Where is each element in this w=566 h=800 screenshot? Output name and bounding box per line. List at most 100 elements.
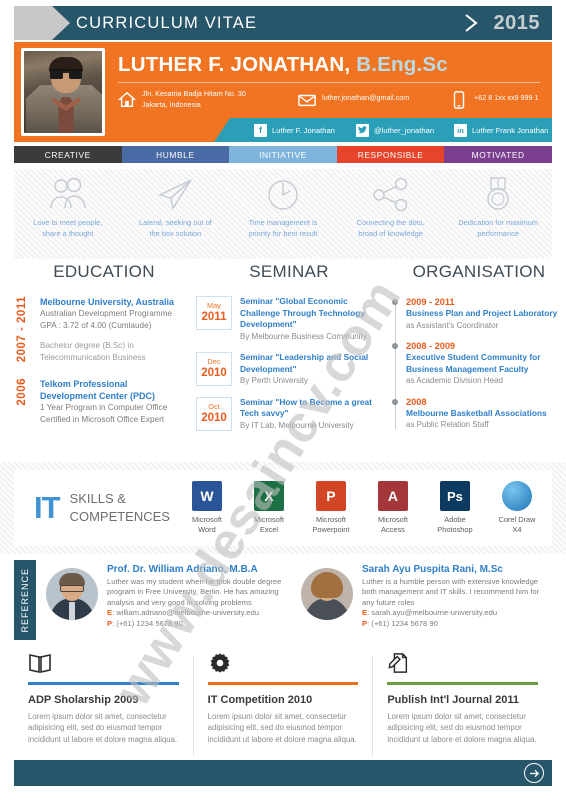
education-years: 2007 - 2011 [16, 296, 28, 363]
contact-address: Jln. Kesatria Badja Hitam No. 30 Jakarta… [118, 89, 246, 110]
sunglasses-icon [50, 69, 82, 79]
education-item: 2007 - 2011 Melbourne University, Austra… [14, 296, 194, 366]
contact-phone[interactable]: +62 8 1xx xx9 999 1 [450, 89, 539, 109]
seminar-item: Oct 2010 Seminar "How to Become a great … [196, 396, 382, 432]
seminar-date: Oct 2010 [196, 396, 232, 431]
seminar-item: Dec 2010 Seminar "Leadership and Social … [196, 352, 382, 387]
email-value: : william.adriano@melbourne-university.e… [112, 608, 259, 618]
reference-phone[interactable]: P: (+61) 1234 5678 90 [362, 619, 544, 629]
achievement-text: Lorem ipsum dolor sit amet, consectetur … [207, 712, 357, 744]
ms-access-icon: A [377, 481, 408, 511]
address-text: Jln. Kesatria Badja Hitam No. 30 Jakarta… [142, 89, 246, 109]
mail-icon [298, 94, 316, 107]
value-item-lateral: Lateral, seeking out of the box solution [122, 177, 230, 259]
seminar-by: By Perth University [240, 376, 309, 385]
education-sub: 1 Year Program in Computer Office Certif… [40, 403, 168, 424]
app-item-access: A Microsoft Access [362, 481, 424, 535]
education-sub: Australian Development Programme GPA : 3… [40, 309, 172, 330]
seminar-heading: SEMINAR [249, 262, 329, 281]
facebook-label: Luther F. Jonathan [272, 125, 335, 135]
achievement-title: IT Competition 2010 [207, 694, 313, 706]
main-columns: EDUCATION 2007 - 2011 Melbourne Universi… [0, 262, 566, 460]
reference-item: Sarah Ayu Puspita Rani, M.Sc Luther is a… [295, 562, 550, 638]
reference-name: Sarah Ayu Puspita Rani, M.Sc [362, 564, 503, 575]
trait-humble: HUMBLE [121, 146, 230, 163]
section-organisation: ORGANISATION 2009 - 2011 Business Plan a… [392, 262, 566, 440]
seminar-by: By IT Lab, Melbourne University [240, 420, 354, 430]
value-text: Lateral, seeking out of the box solution [139, 218, 212, 238]
organisation-year: 2008 - 2009 [406, 341, 456, 351]
achievement-title: Publish Int'l Journal 2011 [387, 694, 519, 706]
organisation-title: Executive Student Community for Business… [406, 352, 541, 374]
achievement-title: ADP Sholarship 2009 [28, 694, 139, 706]
app-label: Microsoft Powerpoint [312, 515, 350, 534]
gear-icon [208, 652, 359, 678]
seminar-month: Oct [208, 401, 220, 411]
achievement-rule [207, 682, 359, 685]
organisation-title: Business Plan and Project Laboratory [406, 308, 558, 318]
value-text: Dedication for maximum performance [458, 218, 539, 238]
achievement-item-scholarship: ADP Sholarship 2009 Lorem ipsum dolor si… [14, 652, 193, 760]
it-skills-card: IT SKILLS & COMPETENCES W Microsoft Word… [14, 470, 552, 546]
adobe-photoshop-icon: Ps [439, 481, 470, 511]
achievement-text: Lorem ipsum dolor sit amet, consectetur … [387, 712, 537, 744]
organisation-role: as Public Relation Staff [406, 420, 489, 429]
twitter-icon [356, 123, 369, 137]
app-item-word: W Microsoft Word [176, 481, 238, 535]
twitter-label: @luther_jonathan [374, 125, 435, 135]
seminar-title: Seminar "How to Become a great Tech savv… [240, 396, 372, 419]
header-banner: LUTHER F. JONATHAN, B.Eng.Sc Jln. Kesatr… [14, 42, 552, 142]
document-pen-icon [387, 652, 538, 678]
achievement-item-journal: Publish Int'l Journal 2011 Lorem ipsum d… [373, 652, 552, 760]
person-degree: B.Eng.Sc [356, 53, 448, 76]
social-linkedin[interactable]: in Luther Frank Jonathan [454, 123, 548, 137]
value-item-people: Love to meet people, share a thought [14, 177, 122, 259]
achievement-text: Lorem ipsum dolor sit amet, consectetur … [28, 712, 178, 744]
seminar-title: Seminar "Global Economic Challenge Throu… [240, 296, 366, 329]
contact-email[interactable]: luther.jonathan@gmail.com [298, 89, 409, 109]
seminar-item: May 2011 Seminar "Global Economic Challe… [196, 296, 382, 342]
reference-phone[interactable]: P: (+61) 1234 5678 90 [107, 619, 289, 629]
linkedin-icon: in [454, 123, 467, 137]
reference-email[interactable]: E: sarah.ayu@melbourne-university.edu [362, 608, 544, 618]
cv-page: CURRICULUM VITAE 2015 LUTHER F. JONATHAN… [0, 0, 566, 800]
seminar-title: Seminar "Leadership and Social Developme… [240, 352, 369, 374]
page-title: LUTHER F. JONATHAN, B.Eng.Sc [118, 53, 540, 77]
section-education: EDUCATION 2007 - 2011 Melbourne Universi… [14, 262, 194, 437]
people-icon [50, 177, 86, 209]
phone-icon [453, 91, 465, 109]
timeline-dot-icon [392, 343, 398, 349]
social-twitter[interactable]: @luther_jonathan [356, 123, 435, 137]
medal-icon [487, 177, 509, 210]
facebook-icon: f [254, 123, 267, 137]
organisation-role: as Assistant's Coordinator [406, 320, 499, 330]
share-nodes-icon [372, 177, 407, 211]
timeline-dot-icon [392, 299, 398, 305]
home-icon [118, 91, 136, 108]
app-item-powerpoint: P Microsoft Powerpoint [300, 481, 362, 535]
contact-list: Jln. Kesatria Badja Hitam No. 30 Jakarta… [118, 89, 546, 119]
phone-value: : (+61) 1234 5678 90 [367, 618, 438, 628]
traits-bar: CREATIVE HUMBLE INITIATIVE RESPONSIBLE M… [14, 146, 552, 163]
email-value: : sarah.ayu@melbourne-university.edu [367, 608, 498, 618]
organisation-item: 2008 Melbourne Basketball Associations a… [392, 396, 566, 431]
document-title: CURRICULUM VITAE [76, 14, 258, 32]
seminar-date: May 2011 [196, 296, 232, 330]
trait-creative: CREATIVE [14, 146, 122, 163]
timeline-line [395, 300, 396, 429]
avatar [46, 568, 98, 620]
reference-email[interactable]: E: william.adriano@melbourne-university.… [107, 608, 289, 618]
reference-item: Prof. Dr. William Adriano, M.B.A Luther … [40, 562, 295, 638]
education-years: 2006 [16, 378, 28, 406]
social-facebook[interactable]: f Luther F. Jonathan [254, 123, 335, 137]
it-skills-label: SKILLS & COMPETENCES [69, 491, 170, 524]
arrow-right-circle-icon[interactable] [524, 763, 544, 783]
app-label: Microsoft Excel [253, 515, 284, 534]
seminar-year: 2010 [201, 411, 227, 424]
ms-excel-icon: X [253, 481, 284, 511]
ms-powerpoint-icon: P [315, 481, 346, 511]
reference-tab-label: REFERENCE [20, 567, 30, 633]
education-title: Telkom Professional Development Center (… [40, 379, 156, 401]
education-sub2: Bachelor degree (B.Sc) in Telecommunicat… [40, 341, 146, 362]
seminar-by: By Melbourne Business Community [240, 331, 367, 341]
